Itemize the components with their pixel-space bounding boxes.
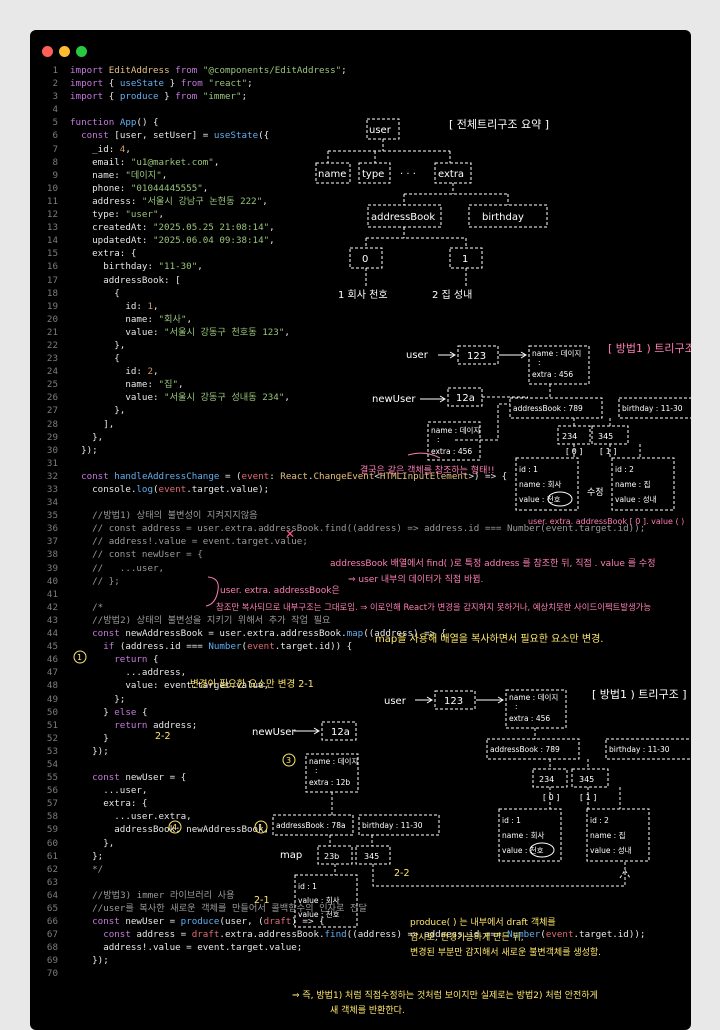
method2-item0-id: id : 1 bbox=[502, 816, 521, 825]
handwritten-notes-layer: [ 전체트리구조 요약 ] user name type · · · extra… bbox=[73, 117, 691, 1016]
method1-index-0: [ 0 ] bbox=[566, 447, 582, 456]
shallow-copy-note-2: 참조만 복사되므로 내부구조는 그대로임. ⇒ 이로인해 React가 변경을 … bbox=[216, 602, 651, 612]
tree-user-node: user bbox=[369, 125, 392, 136]
method1-user-ref: 123 bbox=[467, 351, 486, 362]
method1-user-label: user bbox=[406, 350, 429, 361]
method2-title: [ 방법1 ) 트리구조 ] bbox=[592, 688, 687, 701]
method1-newuser-name: name : 데이지 bbox=[431, 425, 480, 435]
method2-newuser-label: newUser bbox=[252, 727, 296, 738]
method2-step-2-1-label: 2-1 bbox=[254, 895, 270, 906]
method2-item1-name: name : 집 bbox=[590, 830, 625, 840]
method1-ref-345: 345 bbox=[598, 432, 613, 441]
produce-note-2: 임시로, 변경가능하게 만든 뒤, bbox=[410, 931, 524, 943]
method1-newuser-vdots: : bbox=[437, 435, 440, 444]
method2-user-vdots: : bbox=[515, 702, 518, 711]
method2-item0-value: value : 천호 bbox=[502, 845, 544, 855]
method1-item1-id: id : 2 bbox=[615, 465, 634, 474]
method1-user-vdots: : bbox=[538, 358, 541, 367]
produce-note-1: produce( ) 는 내부에서 draft 객체를 bbox=[410, 917, 556, 928]
code-editor-window: 1 import EditAddress from "@components/Ed… bbox=[30, 30, 691, 1030]
method2-new-addressbook: addressBook : 78a bbox=[276, 821, 346, 830]
not-immutable-x-mark: ✕ bbox=[285, 527, 295, 541]
step-4-marker: 4 bbox=[172, 823, 177, 832]
method2-ref-234: 234 bbox=[539, 775, 554, 784]
method2-item1-id: id : 2 bbox=[590, 816, 609, 825]
method1-item1-value: value : 성내 bbox=[615, 495, 657, 504]
method2-new-birthday: birthday : 11-30 bbox=[362, 821, 423, 830]
method2-index-1: [ 1 ] bbox=[580, 793, 596, 802]
method1-item0-name: name : 회사 bbox=[519, 480, 561, 489]
tree-type-node: type bbox=[362, 169, 384, 180]
method2-new-item0-value: value : 천호 bbox=[298, 909, 340, 919]
final-note-2: 새 객체를 반환한다. bbox=[330, 1004, 405, 1016]
method1-newuser-label: newUser bbox=[372, 394, 416, 405]
method1-item1-name: name : 집 bbox=[615, 479, 650, 489]
method1-title: [ 방법1 ) 트리구조 ] bbox=[608, 342, 691, 355]
method2-newuser-vdots: : bbox=[315, 766, 318, 775]
shallow-copy-note-1: user. extra. addressBook은 bbox=[220, 585, 340, 596]
tree-leaf-0: 1 회사 천호 bbox=[338, 289, 388, 301]
step-1-marker: 1 bbox=[77, 653, 82, 662]
tree-birthday-node: birthday bbox=[482, 212, 524, 223]
map-note: map을 사용해 배열을 복사하면서 필요한 요소만 변경. bbox=[375, 632, 603, 645]
method2-user-name: name : 데이지 bbox=[509, 692, 558, 702]
tree-extra-node: extra bbox=[438, 169, 464, 180]
method2-step-1-marker: 1 bbox=[258, 823, 263, 832]
method2-user-label: user bbox=[384, 696, 407, 707]
method1-item0-value: value : 천호 bbox=[519, 494, 561, 504]
method2-index-0: [ 0 ] bbox=[543, 793, 559, 802]
tree-dots: · · · bbox=[400, 169, 416, 180]
step-3-marker: 3 bbox=[286, 756, 291, 765]
same-reference-note: 결국은 같은 객체를 참조하는 형태!! bbox=[360, 464, 495, 476]
method1-user-name: name : 데이지 bbox=[532, 348, 581, 358]
method2-ref-23b: 23b bbox=[324, 852, 339, 861]
tree-name-node: name bbox=[318, 169, 346, 180]
method2-newuser-ref: 12a bbox=[331, 727, 350, 738]
tree-title: [ 전체트리구조 요약 ] bbox=[449, 117, 549, 131]
method1-ref-234: 234 bbox=[562, 432, 577, 441]
final-note-1: ⇒ 즉, 방법1) 처럼 직접수정하는 것처럼 보이지만 실제로는 방법2) 처… bbox=[292, 989, 598, 1001]
method2-item0-name: name : 회사 bbox=[502, 831, 544, 840]
method1-path-note: user. extra. addressBook [ 0 ]. value ( … bbox=[528, 517, 684, 526]
method2-item1-value: value : 성내 bbox=[590, 846, 632, 855]
find-note-2: ⇒ user 내부의 데이터가 직접 바뀜. bbox=[348, 573, 483, 585]
tree-index-1: 1 bbox=[462, 254, 468, 265]
method1-user-extra: extra : 456 bbox=[532, 370, 573, 379]
method1-addressbook: addressBook : 789 bbox=[513, 404, 583, 413]
method2-new-item0-id: id : 1 bbox=[298, 882, 317, 891]
method1-newuser-extra: extra : 456 bbox=[431, 447, 472, 456]
method2-birthday: birthday : 11-30 bbox=[609, 745, 670, 754]
tree-addressbook-node: addressBook bbox=[371, 212, 435, 223]
tree-index-0: 0 bbox=[362, 254, 368, 265]
produce-note-3: 변경된 부분만 감지해서 새로운 불변객체를 생성함. bbox=[410, 946, 601, 958]
method1-item0-id: id : 1 bbox=[519, 465, 538, 474]
method2-new-ref-345: 345 bbox=[364, 852, 379, 861]
tree-leaf-1: 2 집 성내 bbox=[432, 289, 472, 301]
step-2-2-marker: 2-2 bbox=[155, 731, 171, 742]
method2-ref-345: 345 bbox=[579, 775, 594, 784]
method2-user-ref: 123 bbox=[444, 696, 463, 707]
method2-user-extra: extra : 456 bbox=[509, 714, 550, 723]
change-only-note: 변경이 필요한 요소만 변경 2-1 bbox=[190, 678, 314, 690]
method1-birthday: birthday : 11-30 bbox=[622, 404, 683, 413]
method2-step-2-2-label: 2-2 bbox=[394, 868, 410, 879]
method2-map-label: map bbox=[280, 850, 302, 861]
method2-addressbook: addressBook : 789 bbox=[490, 745, 560, 754]
method1-index-1: [ 1 ] bbox=[600, 447, 616, 456]
method1-newuser-ref: 12a bbox=[456, 393, 475, 404]
method2-new-item0-name: value : 회사 bbox=[298, 896, 340, 905]
modified-note: 수정 bbox=[587, 487, 604, 498]
method2-newuser-name: name : 데이지 bbox=[309, 756, 358, 766]
method2-newuser-extra: extra : 12b bbox=[309, 778, 350, 787]
find-note-1: addressBook 배열에서 find( )로 특정 address 를 참… bbox=[330, 557, 655, 569]
